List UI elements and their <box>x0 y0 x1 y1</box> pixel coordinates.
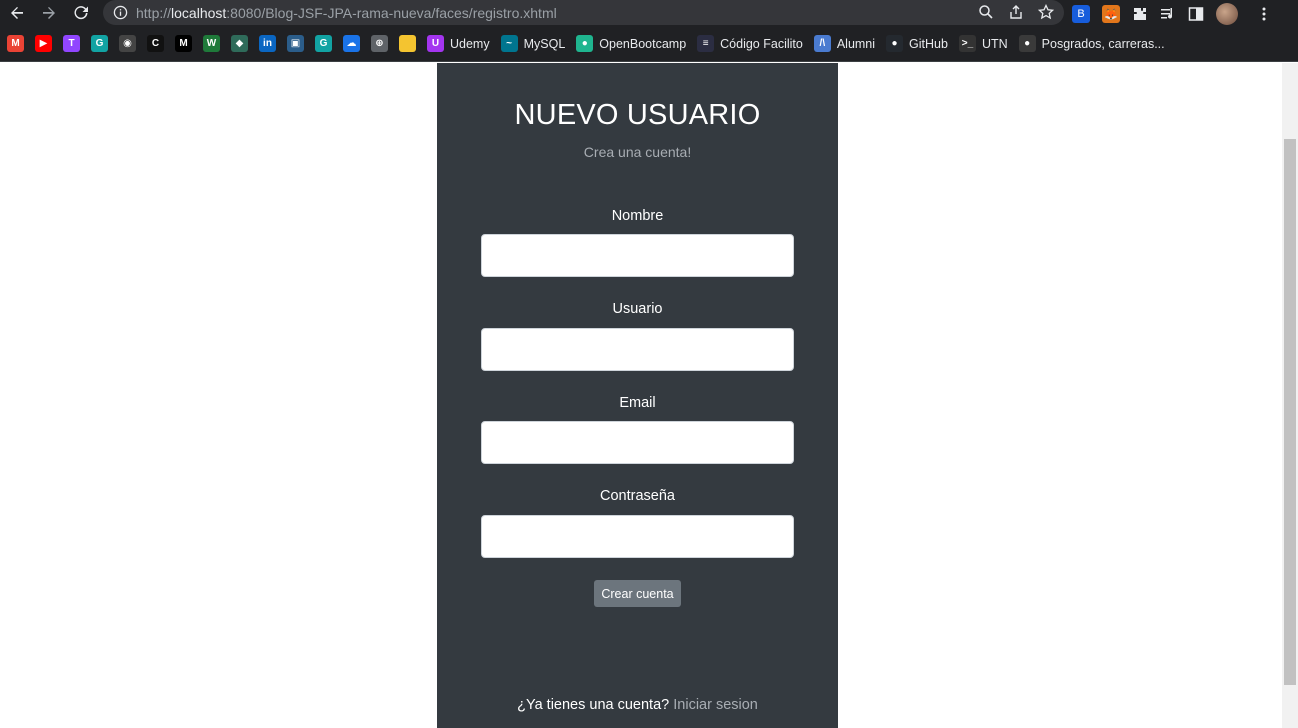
bookmark-star-icon[interactable] <box>1038 4 1054 20</box>
bookmark-item[interactable]: ◉ <box>119 35 136 52</box>
bookmark-label: MySQL <box>523 36 566 51</box>
bookmark-item[interactable]: in <box>259 35 276 52</box>
bookmark-item[interactable]: W <box>203 35 220 52</box>
bookmark-label: Posgrados, carreras... <box>1041 36 1165 51</box>
zoom-icon[interactable] <box>978 4 994 20</box>
bookmark-item[interactable]: C <box>147 35 164 52</box>
openbootcamp-icon: ● <box>576 35 594 52</box>
email-input[interactable] <box>481 421 794 464</box>
bookmark-item[interactable]: ☁ <box>343 35 360 52</box>
email-label: Email <box>619 395 656 411</box>
bookmark-item[interactable]: ◆ <box>231 35 248 52</box>
globe-icon: ⊕ <box>371 35 388 52</box>
bookmark-item[interactable]: ● OpenBootcamp <box>576 35 686 52</box>
reload-icon <box>74 6 88 20</box>
youtube-icon: ▶ <box>35 35 52 52</box>
bookmark-item[interactable]: G <box>315 35 332 52</box>
ethereum-icon: ◆ <box>231 35 248 52</box>
profile-avatar[interactable] <box>1216 3 1238 25</box>
iniciar-sesion-link[interactable]: Iniciar sesion <box>673 697 758 713</box>
share-icon[interactable] <box>1008 4 1024 20</box>
bookmark-item[interactable]: ● Posgrados, carreras... <box>1018 35 1165 52</box>
bookmark-item[interactable]: ▣ <box>287 35 304 52</box>
bookmark-item[interactable]: T <box>63 35 80 52</box>
nombre-input[interactable] <box>481 234 794 277</box>
media-queue-icon[interactable] <box>1160 6 1176 22</box>
picture-icon: ▣ <box>287 35 304 52</box>
gmail-icon: M <box>7 35 24 52</box>
udemy-icon: U <box>427 35 444 52</box>
info-icon <box>113 5 128 20</box>
contrasena-input[interactable] <box>481 515 794 558</box>
address-bar[interactable]: http://localhost:8080/Blog-JSF-JPA-rama-… <box>103 0 1064 25</box>
forward-arrow-icon <box>43 7 55 19</box>
url-host: localhost <box>171 4 227 21</box>
crear-cuenta-button[interactable]: Crear cuenta <box>594 580 681 607</box>
bookmark-label: Alumni <box>836 36 876 51</box>
codigofacilito-icon: ≡ <box>697 35 715 52</box>
posgrados-icon: ● <box>1018 35 1036 52</box>
alumni-icon: /\ <box>813 35 831 52</box>
forward-button[interactable] <box>38 2 60 24</box>
bookmark-item[interactable]: ≡ Código Facilito <box>697 35 803 52</box>
page-title: NUEVO USUARIO <box>514 99 761 131</box>
bookmark-item[interactable]: ~ MySQL <box>500 35 566 52</box>
bookmark-item[interactable]: M <box>7 35 24 52</box>
back-button[interactable] <box>6 2 28 24</box>
side-panel-icon[interactable] <box>1188 6 1204 22</box>
back-arrow-icon <box>11 7 23 19</box>
mysql-icon: ~ <box>500 35 518 52</box>
note-icon <box>399 35 416 52</box>
url-text: http://localhost:8080/Blog-JSF-JPA-rama-… <box>136 5 557 21</box>
twitch-icon: T <box>63 35 80 52</box>
github-icon: ● <box>886 35 904 52</box>
menu-kebab-icon[interactable] <box>1256 6 1272 22</box>
usuario-input[interactable] <box>481 328 794 371</box>
replit2-icon: G <box>315 35 332 52</box>
bookmark-label: OpenBootcamp <box>599 36 687 51</box>
scrollbar-thumb[interactable] <box>1284 139 1296 685</box>
replit-icon: G <box>91 35 108 52</box>
extensions-puzzle-icon[interactable] <box>1132 6 1148 22</box>
w-icon: W <box>203 35 220 52</box>
nombre-label: Nombre <box>611 208 664 224</box>
vertical-scrollbar[interactable] <box>1282 63 1298 728</box>
linkedin-icon: in <box>259 35 276 52</box>
bookmark-item[interactable]: M <box>175 35 192 52</box>
cloud-icon: ☁ <box>343 35 360 52</box>
bookmark-item[interactable]: ▶ <box>35 35 52 52</box>
coder-icon: C <box>147 35 164 52</box>
registration-card: NUEVO USUARIO Crea una cuenta! Nombre Us… <box>437 63 838 728</box>
bookmark-item[interactable]: G <box>91 35 108 52</box>
contrasena-label: Contraseña <box>600 488 675 504</box>
bookmark-label: Udemy <box>450 36 490 51</box>
bookmark-label: Código Facilito <box>720 36 803 51</box>
page-viewport: NUEVO USUARIO Crea una cuenta! Nombre Us… <box>0 63 1282 728</box>
bookmark-label: GitHub <box>909 36 948 51</box>
bookmark-item[interactable]: >_ UTN <box>958 35 1008 52</box>
page-subtitle: Crea una cuenta! <box>583 144 692 160</box>
bitwarden-extension-icon[interactable]: B <box>1072 5 1090 23</box>
login-prompt: ¿Ya tienes una cuenta? Iniciar sesion <box>437 697 838 713</box>
usuario-label: Usuario <box>612 301 663 317</box>
bookmark-item[interactable]: U Udemy <box>427 35 490 52</box>
terminal-icon: >_ <box>958 35 976 52</box>
bookmark-label: UTN <box>981 36 1008 51</box>
bookmark-item[interactable] <box>399 35 416 52</box>
reload-button[interactable] <box>70 2 92 24</box>
metamask-extension-icon[interactable]: 🦊 <box>1102 5 1120 23</box>
bookmark-item[interactable]: ⊕ <box>371 35 388 52</box>
login-prompt-text: ¿Ya tienes una cuenta? <box>517 697 670 713</box>
bookmarks-bar: M ▶ T G ◉ C M W ◆ in ▣ G ☁ ⊕ U Udemy ~ MySQL ● OpenBootcamp… <box>0 26 1298 62</box>
medium-icon: M <box>175 35 192 52</box>
url-prefix: http:// <box>136 4 172 21</box>
browser-toolbar: http://localhost:8080/Blog-JSF-JPA-rama-… <box>0 0 1298 26</box>
url-rest: :8080/Blog-JSF-JPA-rama-nueva/faces/regi… <box>226 4 557 21</box>
soccer-icon: ◉ <box>119 35 136 52</box>
bookmark-item[interactable]: /\ Alumni <box>813 35 876 52</box>
bookmark-item[interactable]: ● GitHub <box>886 35 948 52</box>
